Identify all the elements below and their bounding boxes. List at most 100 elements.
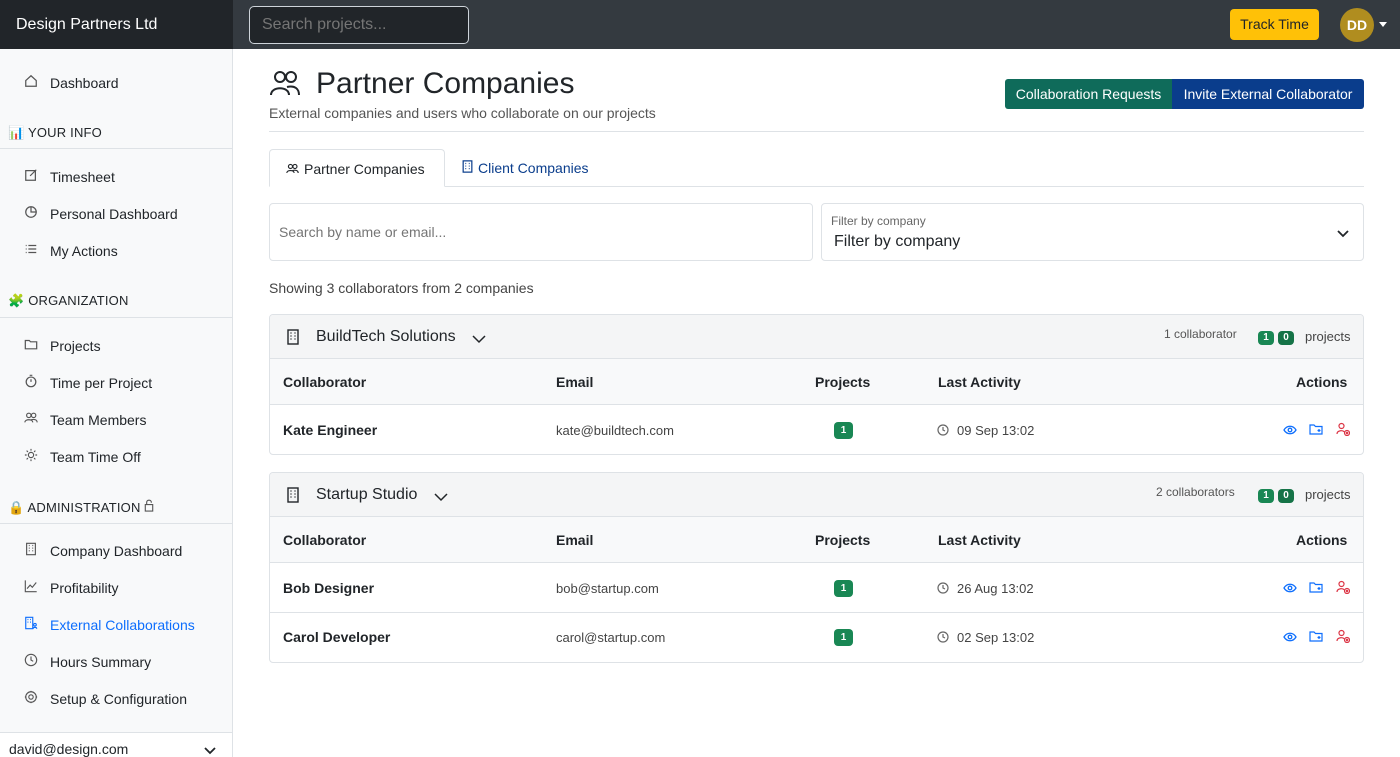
invite-external-collaborator-button[interactable]: Invite External Collaborator	[1172, 79, 1364, 109]
remove-user-icon[interactable]	[1336, 629, 1351, 646]
sidebar-item-my-actions[interactable]: My Actions	[0, 232, 232, 269]
collaborator-name: Bob Designer	[283, 580, 375, 596]
company-name: Startup Studio	[316, 486, 418, 503]
collaboration-requests-button[interactable]: Collaboration Requests	[1005, 79, 1172, 109]
graph-up-icon	[23, 579, 39, 595]
clock-icon	[937, 423, 949, 439]
sidebar-item-company-dashboard[interactable]: Company Dashboard	[0, 532, 232, 569]
top-navbar: Design Partners Ltd Track Time DD	[0, 0, 1400, 49]
eye-icon[interactable]	[1283, 422, 1297, 438]
remove-user-icon[interactable]	[1336, 580, 1351, 597]
projects-count-badge: 1	[834, 422, 853, 439]
project-search-input[interactable]	[249, 6, 469, 44]
clock-icon	[937, 581, 949, 597]
results-summary: Showing 3 collaborators from 2 companies	[269, 280, 534, 296]
sidebar-item-team-members[interactable]: Team Members	[0, 401, 232, 438]
folder-add-icon[interactable]	[1309, 580, 1323, 596]
sidebar-item-time-per-project[interactable]: Time per Project	[0, 364, 232, 401]
unlock-icon	[144, 499, 154, 515]
company-name: BuildTech Solutions	[316, 328, 456, 345]
building-icon	[462, 160, 473, 176]
home-icon	[23, 74, 39, 90]
collaborator-email: bob@startup.com	[556, 581, 659, 596]
gear-icon	[23, 690, 39, 706]
collaborator-count: 2 collaborators	[1156, 485, 1235, 499]
building-people-icon	[23, 616, 39, 632]
track-time-button[interactable]: Track Time	[1230, 9, 1319, 40]
table-header: Collaborator Email Projects Last Activit…	[270, 517, 1363, 563]
lock-emoji-icon: 🔒	[8, 500, 25, 515]
last-activity: 26 Aug 13:02	[957, 581, 1034, 596]
table-row: Carol Developer carol@startup.com 1 02 S…	[270, 613, 1363, 662]
folder-add-icon[interactable]	[1309, 629, 1323, 645]
last-activity: 02 Sep 13:02	[957, 630, 1035, 645]
people-icon	[23, 411, 39, 427]
collaborator-count: 1 collaborator	[1164, 327, 1237, 341]
tab-partner-companies[interactable]: Partner Companies	[269, 149, 445, 187]
sidebar-item-personal-dashboard[interactable]: Personal Dashboard	[0, 195, 232, 232]
projects-count-badge: 1	[834, 580, 853, 597]
company-filter-select[interactable]: Filter by company Filter by company	[821, 203, 1364, 261]
people-icon	[286, 163, 299, 177]
remove-user-icon[interactable]	[1336, 422, 1351, 439]
chevron-down-icon[interactable]	[434, 489, 448, 507]
list-icon	[23, 242, 39, 258]
divider	[0, 523, 232, 524]
table-row: Bob Designer bob@startup.com 1 26 Aug 13…	[270, 564, 1363, 613]
company-card: Startup Studio 2 collaborators 1 0 proje…	[269, 472, 1364, 663]
clock-icon	[937, 630, 949, 646]
sidebar-item-projects[interactable]: Projects	[0, 327, 232, 364]
user-account-select[interactable]: david@design.com	[0, 732, 232, 757]
avatar-dropdown-caret-icon[interactable]	[1379, 22, 1387, 27]
projects-count-badge: 1	[834, 629, 853, 646]
tab-client-companies[interactable]: Client Companies	[446, 149, 616, 187]
divider	[0, 148, 232, 149]
filter-selected-value: Filter by company	[834, 233, 961, 250]
sidebar-item-setup-configuration[interactable]: Setup & Configuration	[0, 680, 232, 717]
sidebar: Dashboard 📊 YOUR INFO Timesheet Personal…	[0, 49, 233, 757]
folder-add-icon[interactable]	[1309, 422, 1323, 438]
sidebar-item-team-time-off[interactable]: Team Time Off	[0, 438, 232, 475]
people-icon	[269, 68, 301, 103]
collaborator-name: Carol Developer	[283, 629, 391, 645]
sidebar-item-dashboard[interactable]: Dashboard	[0, 64, 232, 101]
chart-emoji-icon: 📊	[8, 125, 25, 140]
projects-badge: 1	[1258, 331, 1274, 345]
table-header: Collaborator Email Projects Last Activit…	[270, 359, 1363, 405]
puzzle-emoji-icon: 🧩	[8, 293, 25, 308]
company-card-header[interactable]: Startup Studio 2 collaborators 1 0 proje…	[270, 473, 1363, 517]
sidebar-item-hours-summary[interactable]: Hours Summary	[0, 643, 232, 680]
sidebar-item-external-collaborations[interactable]: External Collaborations	[0, 606, 232, 643]
sidebar-item-timesheet[interactable]: Timesheet	[0, 158, 232, 195]
building-icon	[23, 542, 39, 558]
chevron-down-icon[interactable]	[472, 331, 486, 349]
building-icon	[287, 329, 299, 350]
company-card-header[interactable]: BuildTech Solutions 1 collaborator 1 0 p…	[270, 315, 1363, 359]
section-header-administration: 🔒 ADMINISTRATION	[8, 499, 232, 516]
user-email: david@design.com	[9, 741, 129, 757]
collaborator-name: Kate Engineer	[283, 422, 378, 438]
pencil-square-icon	[23, 168, 39, 184]
collaborator-email: kate@buildtech.com	[556, 423, 674, 438]
table-row: Kate Engineer kate@buildtech.com 1 09 Se…	[270, 406, 1363, 454]
building-icon	[287, 487, 299, 508]
sun-icon	[23, 448, 39, 464]
company-card: BuildTech Solutions 1 collaborator 1 0 p…	[269, 314, 1364, 455]
sidebar-item-label: Dashboard	[50, 75, 119, 91]
page-subtitle: External companies and users who collabo…	[269, 105, 656, 121]
chevron-down-icon	[1337, 225, 1349, 243]
folder-icon	[23, 337, 39, 353]
projects-badge: 0	[1278, 331, 1294, 345]
clock-icon	[23, 653, 39, 669]
sidebar-item-profitability[interactable]: Profitability	[0, 569, 232, 606]
collaborator-email: carol@startup.com	[556, 630, 666, 645]
projects-label: projects	[1305, 329, 1351, 344]
collaborator-search-input[interactable]	[269, 203, 813, 261]
section-header-your-info: 📊 YOUR INFO	[8, 125, 102, 140]
eye-icon[interactable]	[1283, 629, 1297, 645]
brand-name[interactable]: Design Partners Ltd	[0, 0, 233, 49]
eye-icon[interactable]	[1283, 580, 1297, 596]
section-header-organization: 🧩 ORGANIZATION	[8, 293, 129, 308]
projects-badge: 1	[1258, 489, 1274, 503]
user-avatar[interactable]: DD	[1340, 8, 1374, 42]
